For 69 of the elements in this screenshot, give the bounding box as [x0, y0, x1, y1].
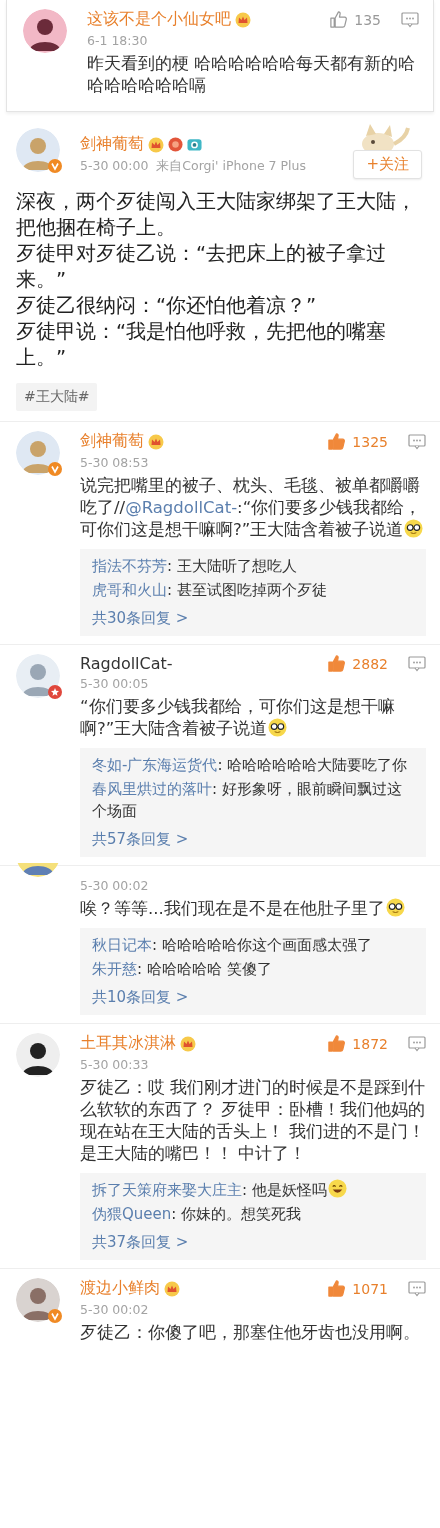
- comment-text: 歹徒乙：哎 我们刚才进门的时候是不是踩到什么软软的东西了？ 歹徒甲：卧槽！我们他妈的现在站在王大陆的舌头上！ 我们进的不是门！是王大陆的嘴巴！！ 中计了！: [80, 1077, 426, 1165]
- reply-author[interactable]: 伪猥Queen: [92, 1205, 172, 1223]
- comment-text: 歹徒乙：你傻了吧，那塞住他牙齿也没用啊。: [80, 1322, 421, 1344]
- crown-icon: [235, 11, 251, 28]
- reply-text: 冬如-广东海运货代: 哈哈哈哈哈哈大陆要吃了你: [92, 755, 409, 776]
- comment-icon[interactable]: [401, 11, 419, 28]
- medal-icon: [168, 137, 183, 152]
- user-name[interactable]: 土耳其冰淇淋: [80, 1033, 176, 1054]
- reply-text: 伪猥Queen: 你妹的。想笑死我: [92, 1204, 303, 1225]
- more-replies-link[interactable]: 共57条回复 >: [92, 827, 189, 851]
- user-name[interactable]: RagdollCat-: [80, 654, 173, 673]
- timestamp: 5-30 00:05: [80, 676, 150, 691]
- user-name[interactable]: 剑神葡萄: [80, 431, 144, 452]
- comment-text: 说完把嘴里的被子、枕头、毛毯、被单都嚼嚼吃了//@RagdollCat-:“你们要多少钱我都给，可你们这是想干嘛啊?”王大陆含着被子说道: [80, 475, 425, 541]
- mention-link[interactable]: @RagdollCat-: [125, 498, 238, 517]
- reply-text: 秋日记本: 哈哈哈哈哈你这个画面感太强了: [92, 935, 373, 956]
- reply-author[interactable]: 拆了天策府来娶大庄主: [92, 1181, 242, 1199]
- more-replies-link[interactable]: 共10条回复 >: [92, 985, 189, 1009]
- avatar[interactable]: [16, 1033, 60, 1077]
- timestamp: 5-30 00:02: [80, 1302, 150, 1317]
- timestamp: 5-30 00:00 来自Corgi' iPhone 7 Plus: [80, 158, 307, 175]
- user-name[interactable]: 剑神葡萄: [80, 134, 144, 155]
- reply-author[interactable]: 秋日记本: [92, 936, 152, 954]
- reply-text: 指法不芬芳: 王大陆听了想吃人: [92, 556, 298, 577]
- comment-text: 昨天看到的梗 哈哈哈哈哈哈每天都有新的哈哈哈哈哈哈哈嗝: [87, 53, 417, 97]
- crown-icon: [148, 433, 164, 450]
- timestamp: 5-30 08:53: [80, 455, 150, 470]
- crown-icon: [180, 1035, 196, 1052]
- like-button[interactable]: 1872: [327, 1034, 388, 1053]
- comment-text: 唉？等等...我们现在是不是在他肚子里了: [80, 898, 426, 920]
- hashtag-link[interactable]: #王大陆#: [16, 383, 98, 411]
- avatar[interactable]: [23, 9, 67, 53]
- like-button[interactable]: 2882: [327, 654, 388, 673]
- reply-author[interactable]: 春风里烘过的落叶: [92, 780, 212, 798]
- more-replies-link[interactable]: 共37条回复 >: [92, 1230, 189, 1254]
- glasses-face-icon: [385, 898, 405, 917]
- timestamp: 5-30 00:02: [80, 878, 150, 893]
- post-text: 歹徒甲说：“我是怕他呼救，先把他的嘴塞上。”: [16, 319, 388, 371]
- reply-author[interactable]: 冬如-广东海运货代: [92, 756, 218, 774]
- user-name[interactable]: 这该不是个小仙女吧: [87, 9, 231, 30]
- reply-text: 虎哥和火山: 甚至试图吃掉两个歹徒: [92, 580, 328, 601]
- crown-icon: [164, 1280, 180, 1297]
- like-button[interactable]: 1071: [327, 1279, 388, 1298]
- comment-icon[interactable]: [408, 1280, 426, 1297]
- timestamp: 5-30 00:33: [80, 1057, 150, 1072]
- glasses-face-icon: [404, 519, 424, 538]
- follow-button[interactable]: +关注: [353, 150, 422, 179]
- comment-icon[interactable]: [408, 1035, 426, 1052]
- camera-icon: [187, 137, 202, 152]
- post-text: 歹徒乙很纳闷：“你还怕他着凉？”: [16, 293, 318, 319]
- more-replies-link[interactable]: 共30条回复 >: [92, 606, 189, 630]
- post-text: 歹徒甲对歹徒乙说：“去把床上的被子拿过来。”: [16, 241, 388, 293]
- like-button[interactable]: 1325: [327, 432, 388, 451]
- laughing-face-icon: [327, 1179, 347, 1198]
- reply-author[interactable]: 虎哥和火山: [92, 581, 167, 599]
- post-text: 深夜，两个歹徒闯入王大陆家绑架了王大陆，把他捆在椅子上。: [16, 189, 417, 241]
- crown-icon: [148, 136, 164, 153]
- like-button[interactable]: 135: [329, 10, 381, 29]
- comment-icon[interactable]: [408, 433, 426, 450]
- reply-text: 春风里烘过的落叶: 好形象呀，眼前瞬间飘过这个场面: [92, 779, 403, 822]
- comment-icon[interactable]: [408, 655, 426, 672]
- comment-text: “你们要多少钱我都给，可你们这是想干嘛啊?”王大陆含着被子说道: [80, 696, 396, 740]
- user-name[interactable]: 渡边小鲜肉: [80, 1278, 160, 1299]
- reply-text: 拆了天策府来娶大庄主: 他是妖怪吗: [92, 1179, 414, 1201]
- reply-author[interactable]: 朱开慈: [92, 960, 137, 978]
- timestamp: 6-1 18:30: [87, 33, 149, 48]
- reply-author[interactable]: 指法不芬芳: [92, 557, 167, 575]
- reply-text: 朱开慈: 哈哈哈哈哈 笑傻了: [92, 959, 273, 980]
- glasses-face-icon: [268, 718, 288, 737]
